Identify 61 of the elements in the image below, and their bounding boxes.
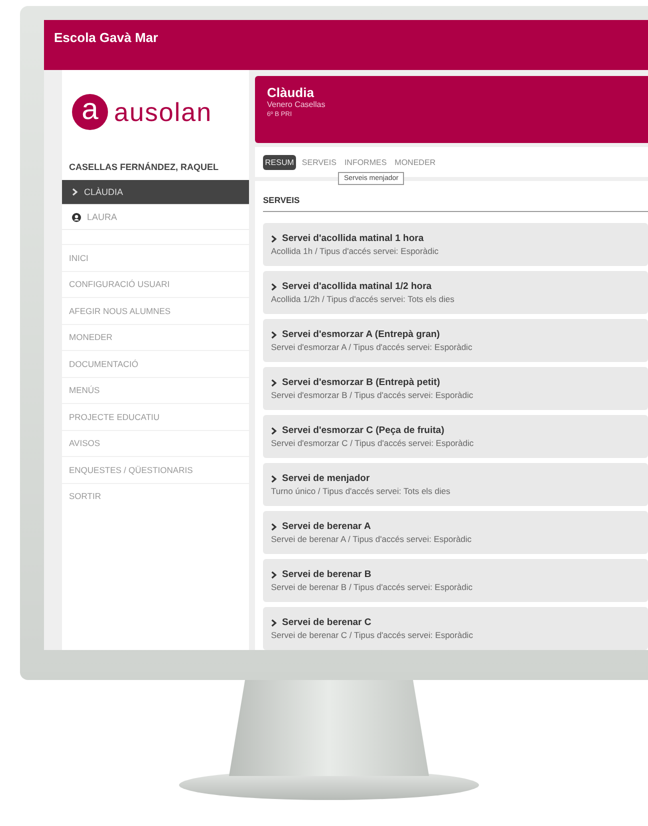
- service-title: Servei d'esmorzar A (Entrepà gran): [282, 329, 440, 340]
- chevron-icon: [271, 378, 277, 386]
- logo-mark: a: [72, 94, 108, 130]
- menu-link[interactable]: AVISOS: [62, 430, 249, 456]
- service-title: Servei d'acollida matinal 1 hora: [282, 233, 424, 244]
- menu-link[interactable]: PROJECTE EDUCATIU: [62, 403, 249, 430]
- school-title: Escola Gavà Mar: [54, 30, 158, 45]
- service-card[interactable]: Servei d'acollida matinal 1/2 hora Acollida 1/2h / Tipus d'accés servei: Tots els dies: [263, 271, 648, 314]
- chevron-icon: [271, 234, 277, 242]
- service-detail: Acollida 1/2h / Tipus d'accés servei: Tots els dies: [271, 294, 456, 304]
- service-title: Servei d'acollida matinal 1/2 hora: [282, 281, 432, 292]
- tab[interactable]: INFORMES: [342, 154, 389, 170]
- menu-link[interactable]: SORTIR: [62, 482, 249, 509]
- logo-text: ausolan: [114, 96, 212, 128]
- tab[interactable]: MONEDER: [392, 154, 438, 170]
- service-detail: Servei de berenar A / Tipus d'accés servei: Esporàdic: [271, 534, 473, 544]
- child-item[interactable]: CLÀUDIA: [62, 180, 249, 205]
- service-detail: Turno único / Tipus d'accés servei: Tots els dies: [271, 486, 452, 496]
- tab[interactable]: SERVEIS: [300, 154, 338, 170]
- service-card[interactable]: Servei de menjador Turno único / Tipus d'accés servei: Tots els dies: [263, 463, 648, 506]
- menu-link[interactable]: MENÚS: [62, 376, 249, 403]
- chevron-icon: [271, 426, 277, 434]
- service-detail: Servei de berenar C / Tipus d'accés servei: Esporàdic: [271, 630, 474, 640]
- service-card[interactable]: Servei d'esmorzar B (Entrepà petit) Servei d'esmorzar B / Tipus d'accés servei: Esporàdic: [263, 367, 648, 410]
- section-title: SERVEIS: [263, 191, 648, 212]
- service-detail: Servei d'esmorzar C / Tipus d'accés servei: Esporàdic: [271, 438, 475, 448]
- service-detail: Servei d'esmorzar B / Tipus d'accés servei: Esporàdic: [271, 390, 474, 400]
- menu-link[interactable]: MONEDER: [62, 324, 249, 350]
- menu-link[interactable]: DOCUMENTACIÓ: [62, 350, 249, 376]
- user-icon: [72, 212, 81, 222]
- service-title: Servei de berenar C: [282, 617, 372, 628]
- parent-name: CASELLAS FERNÁNDEZ, RAQUEL: [68, 161, 220, 174]
- chevron-icon: [271, 570, 277, 578]
- student-surname: Venero Casellas: [267, 100, 326, 109]
- service-title: Servei d'esmorzar B (Entrepà petit): [282, 377, 440, 388]
- chevron-icon: [271, 282, 277, 290]
- service-title: Servei de berenar B: [282, 569, 372, 580]
- service-card[interactable]: Servei de berenar B Servei de berenar B / Tipus d'accés servei: Esporàdic: [263, 559, 648, 602]
- chevron-icon: [271, 474, 277, 482]
- menu-link[interactable]: CONFIGURACIÓ USUARI: [62, 270, 249, 297]
- service-title: Servei de berenar A: [282, 521, 371, 532]
- service-card[interactable]: Servei de berenar C Servei de berenar C / Tipus d'accés servei: Esporàdic: [263, 607, 648, 650]
- menu-link[interactable]: AFEGIR NOUS ALUMNES: [62, 297, 249, 324]
- service-detail: Servei de berenar B / Tipus d'accés servei: Esporàdic: [271, 582, 474, 592]
- tab[interactable]: RESUM: [263, 154, 296, 170]
- service-title: Servei d'esmorzar C (Peça de fruita): [282, 425, 444, 436]
- menu-link[interactable]: ENQUESTES / QÜESTIONARIS: [62, 456, 249, 482]
- service-title: Servei de menjador: [282, 473, 370, 484]
- student-name: Clàudia: [267, 85, 314, 100]
- service-detail: Acollida 1h / Tipus d'accés servei: Esporàdic: [271, 246, 440, 256]
- chevron-icon: [271, 522, 277, 530]
- menu-link[interactable]: INICI: [62, 244, 249, 270]
- child-item[interactable]: LAURA: [62, 205, 249, 230]
- service-detail: Servei d'esmorzar A / Tipus d'accés servei: Esporàdic: [271, 342, 474, 352]
- service-card[interactable]: Servei d'esmorzar C (Peça de fruita) Servei d'esmorzar C / Tipus d'accés servei: Esporàdic: [263, 415, 648, 458]
- chevron-icon: [72, 188, 78, 196]
- service-card[interactable]: Servei de berenar A Servei de berenar A / Tipus d'accés servei: Esporàdic: [263, 511, 648, 554]
- chevron-icon: [271, 330, 277, 338]
- chevron-icon: [271, 618, 277, 626]
- service-card[interactable]: Servei d'acollida matinal 1 hora Acollida 1h / Tipus d'accés servei: Esporàdic: [263, 223, 648, 266]
- service-card[interactable]: Servei d'esmorzar A (Entrepà gran) Servei d'esmorzar A / Tipus d'accés servei: Esporàdic: [263, 319, 648, 362]
